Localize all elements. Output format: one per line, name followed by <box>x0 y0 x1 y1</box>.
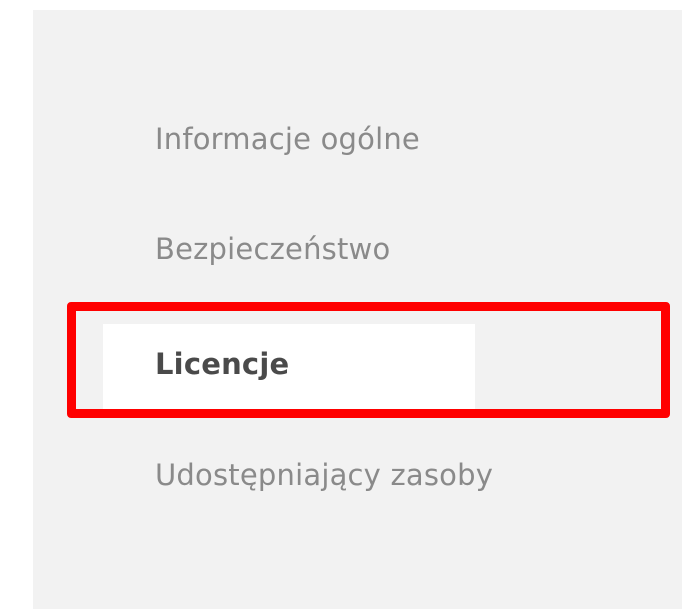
nav-item-general-info[interactable]: Informacje ogólne <box>155 122 420 156</box>
settings-nav-panel <box>33 10 682 609</box>
nav-item-resource-sharing[interactable]: Udostępniający zasoby <box>155 458 493 492</box>
nav-item-security[interactable]: Bezpieczeństwo <box>155 232 390 266</box>
nav-item-licenses[interactable]: Licencje <box>155 347 289 381</box>
